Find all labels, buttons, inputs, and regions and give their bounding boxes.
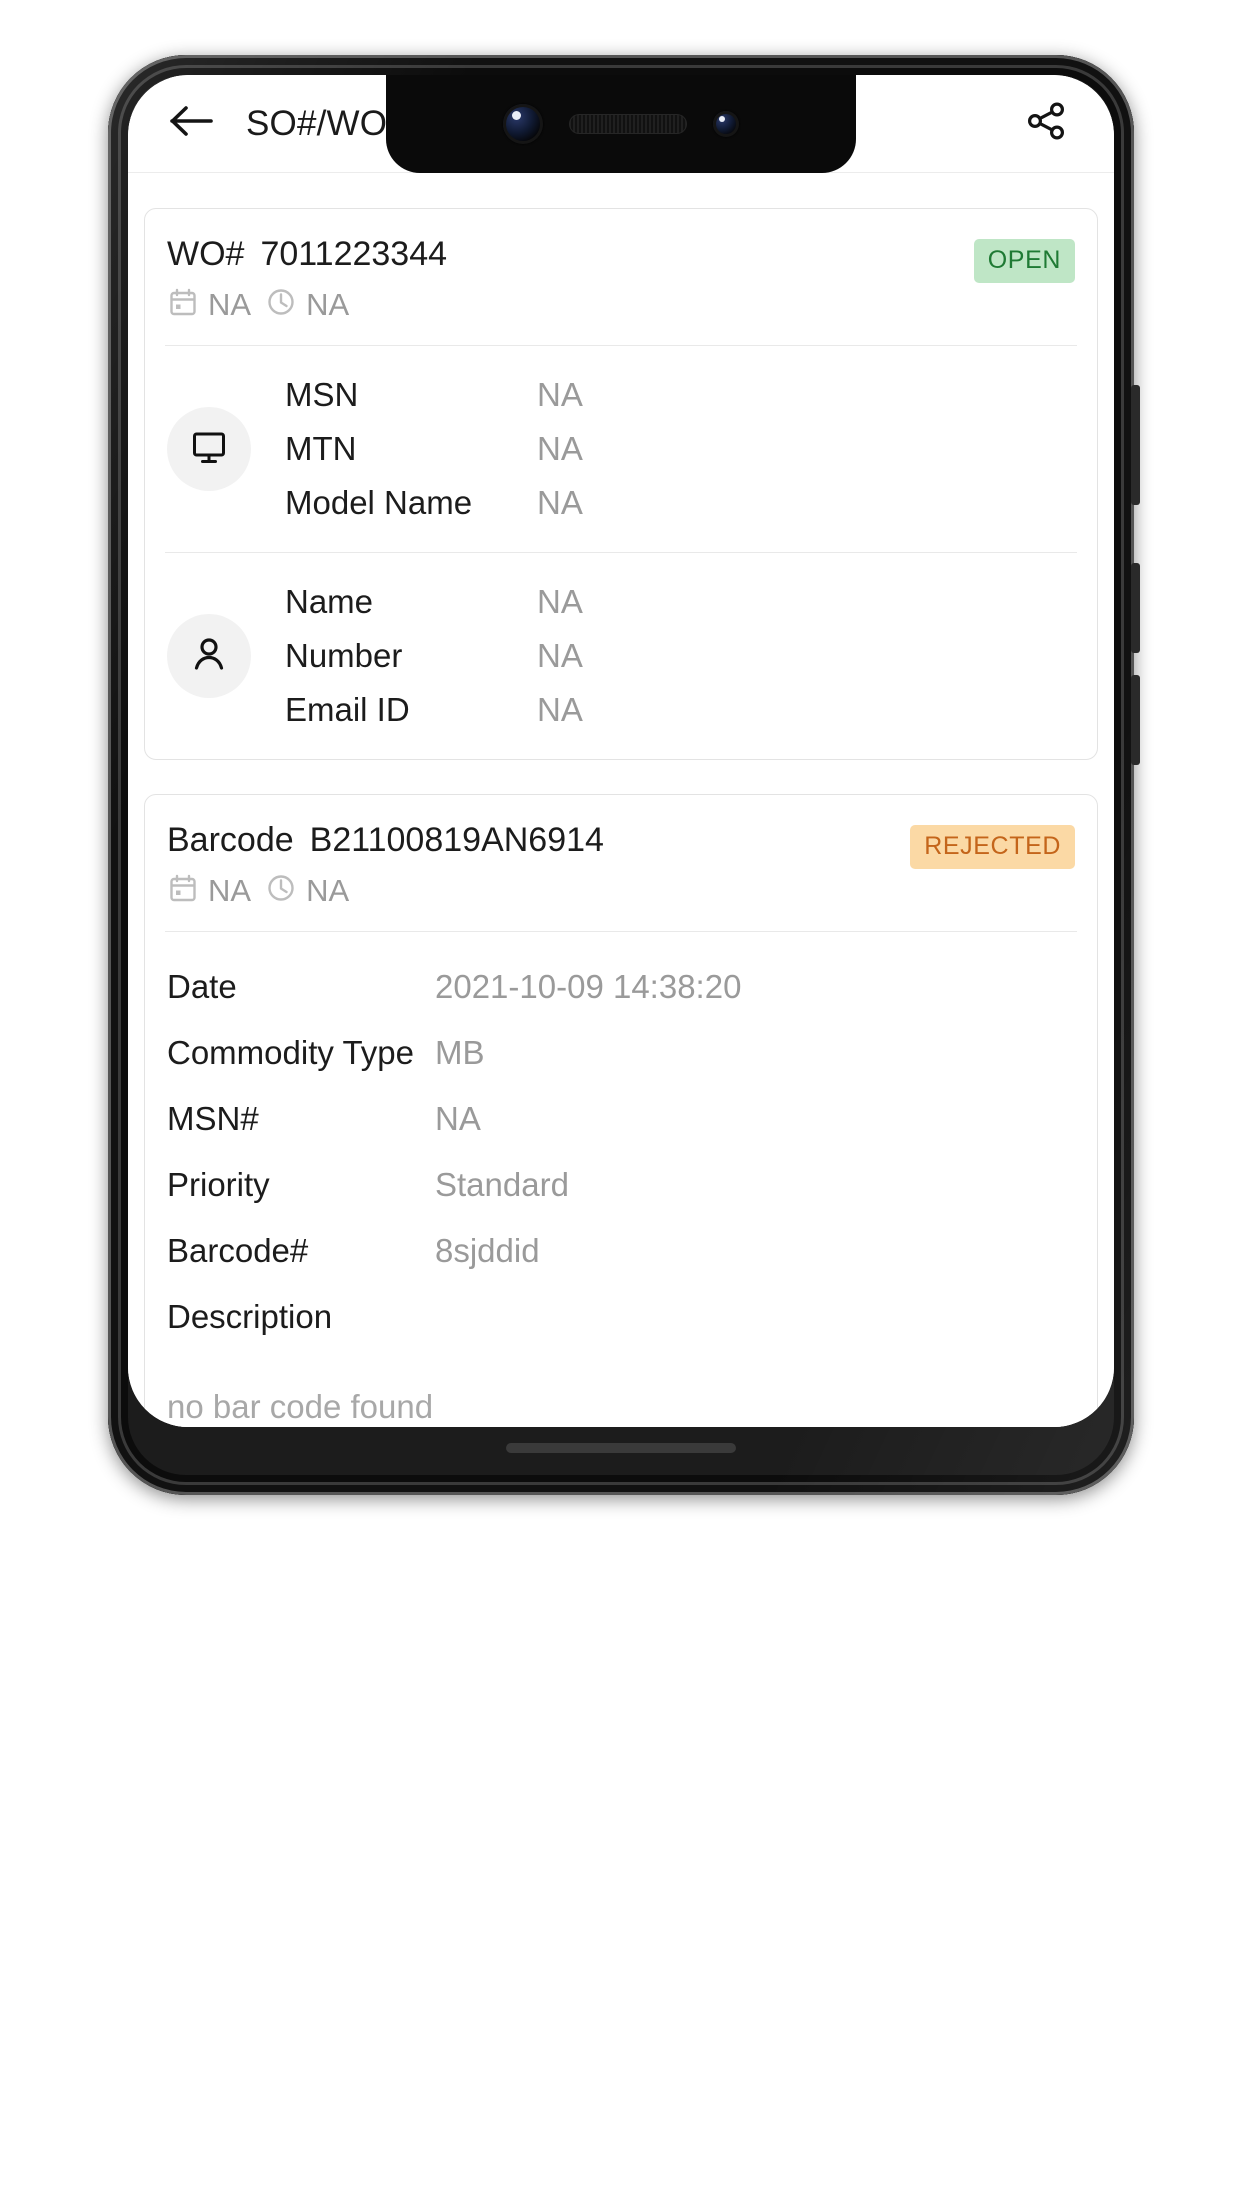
contact-info-key: Number — [285, 637, 403, 674]
device-info-row: MTN NA — [285, 430, 1075, 468]
device-info-row: Model Name NA — [285, 484, 1075, 522]
barcode-detail-row: Commodity Type MB — [167, 1034, 1075, 1072]
work-order-meta-row: NA NA — [167, 286, 962, 323]
contact-info-row: Email ID NA — [285, 691, 1075, 729]
work-order-header: WO# 7011223344 NA NA OPEN — [165, 209, 1077, 346]
barcode-detail-row: Barcode# 8sjddid — [167, 1232, 1075, 1270]
calendar-icon — [167, 872, 199, 909]
barcode-detail-row: Description — [167, 1298, 1075, 1336]
barcode-detail-row: Date 2021-10-09 14:38:20 — [167, 968, 1075, 1006]
phone-screen: SO#/WO# WO# 7011223344 NA NA OPEN MSN NA… — [128, 75, 1114, 1427]
device-info-value: NA — [537, 376, 583, 413]
secondary-camera-icon — [713, 111, 739, 137]
app-viewport: SO#/WO# WO# 7011223344 NA NA OPEN MSN NA… — [128, 75, 1114, 1427]
volume-up-button[interactable] — [1131, 563, 1140, 653]
volume-down-button[interactable] — [1131, 675, 1140, 765]
barcode-detail-row: Priority Standard — [167, 1166, 1075, 1204]
work-order-date-chip: NA — [167, 286, 251, 323]
monitor-icon — [187, 425, 231, 474]
barcode-detail-key: MSN# — [167, 1100, 259, 1137]
contact-info-rows: Name NA Number NA Email ID NA — [285, 583, 1075, 729]
barcode-status-badge: REJECTED — [910, 825, 1075, 869]
clock-icon — [265, 286, 297, 323]
power-button[interactable] — [1131, 385, 1140, 505]
barcode-header-main: Barcode B21100819AN6914 NA NA — [167, 821, 898, 909]
phone-frame: SO#/WO# WO# 7011223344 NA NA OPEN MSN NA… — [108, 55, 1140, 1495]
page-title: SO#/WO# — [246, 103, 407, 143]
barcode-detail-row: MSN# NA — [167, 1100, 1075, 1138]
device-info-block: MSN NA MTN NA Model Name NA — [165, 346, 1077, 552]
share-button[interactable] — [1014, 92, 1078, 156]
contact-info-value: NA — [537, 637, 583, 674]
barcode-date-text: NA — [208, 872, 252, 908]
clock-icon — [265, 872, 297, 909]
work-order-status-badge: OPEN — [973, 239, 1075, 283]
back-button[interactable] — [160, 92, 224, 156]
no-barcode-note: no bar code found — [167, 1388, 434, 1425]
barcode-card[interactable]: Barcode B21100819AN6914 NA NA REJECTED D… — [144, 794, 1098, 1427]
barcode-detail-value: MB — [435, 1034, 485, 1071]
calendar-icon — [167, 286, 199, 323]
work-order-number: 7011223344 — [260, 235, 448, 273]
barcode-time-chip: NA — [265, 872, 349, 909]
content-scroll-area[interactable]: WO# 7011223344 NA NA OPEN MSN NA MTN NA … — [128, 174, 1114, 1427]
barcode-date-chip: NA — [167, 872, 251, 909]
barcode-title-row: Barcode B21100819AN6914 — [167, 821, 898, 860]
contact-info-value: NA — [537, 583, 583, 620]
barcode-detail-key: Description — [167, 1298, 333, 1335]
device-info-row: MSN NA — [285, 376, 1075, 414]
share-icon — [1024, 99, 1068, 148]
contact-info-row: Name NA — [285, 583, 1075, 621]
device-avatar — [167, 407, 251, 491]
work-order-header-main: WO# 7011223344 NA NA — [167, 235, 962, 323]
barcode-detail-key: Barcode# — [167, 1232, 309, 1269]
barcode-detail-value: 8sjddid — [435, 1232, 540, 1269]
barcode-detail-value: NA — [435, 1100, 481, 1137]
earpiece-speaker — [569, 114, 687, 134]
home-indicator[interactable] — [506, 1443, 736, 1453]
device-info-value: NA — [537, 430, 583, 467]
barcode-header: Barcode B21100819AN6914 NA NA REJECTED — [165, 795, 1077, 932]
barcode-detail-key: Date — [167, 968, 237, 1005]
work-order-date-text: NA — [208, 286, 252, 322]
barcode-detail-value: 2021-10-09 14:38:20 — [435, 968, 742, 1005]
barcode-label: Barcode — [167, 821, 294, 859]
device-info-rows: MSN NA MTN NA Model Name NA — [285, 376, 1075, 522]
device-info-value: NA — [537, 484, 583, 521]
device-info-key: MSN — [285, 376, 359, 413]
device-notch — [386, 75, 856, 173]
barcode-number: B21100819AN6914 — [309, 821, 604, 859]
work-order-time-text: NA — [306, 286, 350, 322]
device-info-key: MTN — [285, 430, 357, 467]
work-order-time-chip: NA — [265, 286, 349, 323]
barcode-detail-key: Priority — [167, 1166, 270, 1203]
work-order-card[interactable]: WO# 7011223344 NA NA OPEN MSN NA MTN NA … — [144, 208, 1098, 760]
work-order-title-row: WO# 7011223344 — [167, 235, 962, 274]
barcode-detail-value: Standard — [435, 1166, 569, 1203]
barcode-time-text: NA — [306, 872, 350, 908]
contact-info-key: Name — [285, 583, 374, 620]
contact-info-block: Name NA Number NA Email ID NA — [165, 552, 1077, 759]
barcode-detail-key: Commodity Type — [167, 1034, 414, 1071]
contact-info-key: Email ID — [285, 691, 410, 728]
contact-info-value: NA — [537, 691, 583, 728]
work-order-label: WO# — [167, 235, 245, 273]
barcode-meta-row: NA NA — [167, 872, 898, 909]
front-camera-icon — [503, 104, 543, 144]
person-icon — [187, 632, 231, 681]
contact-avatar — [167, 614, 251, 698]
barcode-detail-list: Date 2021-10-09 14:38:20 Commodity Type … — [165, 932, 1077, 1342]
arrow-left-icon — [169, 104, 215, 143]
contact-info-row: Number NA — [285, 637, 1075, 675]
device-info-key: Model Name — [285, 484, 473, 521]
